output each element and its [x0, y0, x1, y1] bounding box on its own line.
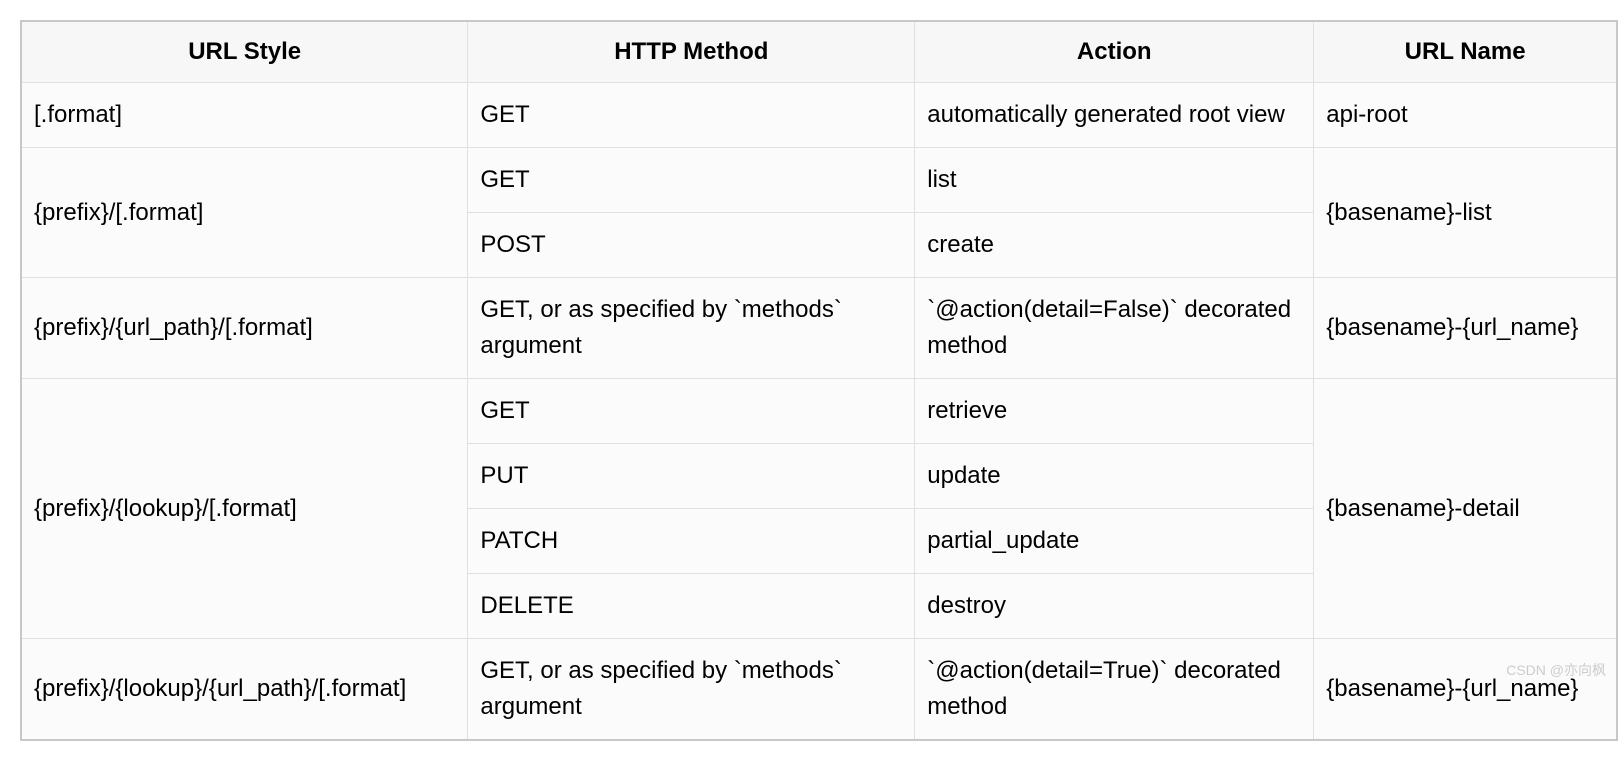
cell-http-method: GET, or as specified by `methods` argume…: [468, 639, 915, 741]
routing-table-wrapper: URL Style HTTP Method Action URL Name [.…: [20, 20, 1618, 741]
cell-action: destroy: [915, 574, 1314, 639]
cell-http-method: PATCH: [468, 509, 915, 574]
routing-table: URL Style HTTP Method Action URL Name [.…: [20, 20, 1618, 741]
cell-action: automatically generated root view: [915, 83, 1314, 148]
cell-action: update: [915, 444, 1314, 509]
cell-url-name: {basename}-{url_name}: [1314, 639, 1617, 741]
table-row: [.format] GET automatically generated ro…: [21, 83, 1617, 148]
cell-url-name: api-root: [1314, 83, 1617, 148]
header-http-method: HTTP Method: [468, 21, 915, 83]
table-row: {prefix}/[.format] GET list {basename}-l…: [21, 148, 1617, 213]
table-row: {prefix}/{url_path}/[.format] GET, or as…: [21, 278, 1617, 379]
cell-url-style: {prefix}/{url_path}/[.format]: [21, 278, 468, 379]
cell-http-method: DELETE: [468, 574, 915, 639]
cell-url-style: {prefix}/{lookup}/[.format]: [21, 379, 468, 639]
cell-action: list: [915, 148, 1314, 213]
cell-action: create: [915, 213, 1314, 278]
watermark-text: CSDN @亦向枫: [1506, 660, 1606, 680]
cell-action: partial_update: [915, 509, 1314, 574]
table-header-row: URL Style HTTP Method Action URL Name: [21, 21, 1617, 83]
cell-action: retrieve: [915, 379, 1314, 444]
cell-url-name: {basename}-detail: [1314, 379, 1617, 639]
cell-url-style: {prefix}/{lookup}/{url_path}/[.format]: [21, 639, 468, 741]
cell-url-name: {basename}-{url_name}: [1314, 278, 1617, 379]
cell-http-method: GET: [468, 148, 915, 213]
cell-http-method: GET: [468, 83, 915, 148]
table-row: {prefix}/{lookup}/[.format] GET retrieve…: [21, 379, 1617, 444]
cell-http-method: POST: [468, 213, 915, 278]
header-action: Action: [915, 21, 1314, 83]
cell-url-style: {prefix}/[.format]: [21, 148, 468, 278]
table-row: {prefix}/{lookup}/{url_path}/[.format] G…: [21, 639, 1617, 741]
header-url-name: URL Name: [1314, 21, 1617, 83]
cell-url-name: {basename}-list: [1314, 148, 1617, 278]
cell-http-method: GET: [468, 379, 915, 444]
cell-url-style: [.format]: [21, 83, 468, 148]
cell-http-method: PUT: [468, 444, 915, 509]
cell-action: `@action(detail=True)` decorated method: [915, 639, 1314, 741]
header-url-style: URL Style: [21, 21, 468, 83]
cell-action: `@action(detail=False)` decorated method: [915, 278, 1314, 379]
cell-http-method: GET, or as specified by `methods` argume…: [468, 278, 915, 379]
